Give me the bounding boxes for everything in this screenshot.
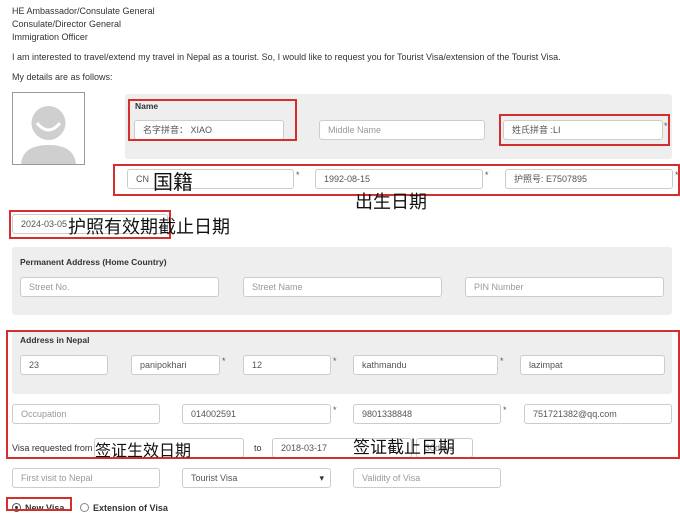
visa-type-select[interactable]: Tourist Visa — [182, 468, 331, 488]
annotation-dob: 出生日期 — [355, 192, 427, 213]
annotation-visa-start: 签证生效日期 — [95, 441, 192, 460]
pin-number-input[interactable]: PIN Number — [465, 277, 664, 297]
highlight-new-visa — [6, 497, 72, 511]
annotation-passport-expiry: 护照有效期截止日期 — [68, 217, 230, 238]
street-name-input[interactable]: Street Name — [243, 277, 442, 297]
first-visit-input[interactable]: First visit to Nepal — [12, 468, 160, 488]
validity-input[interactable]: Validity of Visa — [353, 468, 501, 488]
header-line-1: HE Ambassador/Consulate General — [12, 6, 155, 16]
intro-text: I am interested to travel/extend my trav… — [12, 52, 561, 62]
highlight-last-name — [499, 114, 670, 146]
avatar[interactable] — [12, 92, 85, 165]
header-line-3: Immigration Officer — [12, 32, 88, 42]
user-silhouette-icon — [13, 93, 84, 164]
details-label: My details are as follows: — [12, 72, 113, 82]
annotation-visa-end: 签证截止日期 — [353, 438, 455, 458]
street-no-input[interactable]: Street No. — [20, 277, 219, 297]
extension-visa-label: Extension of Visa — [93, 503, 168, 513]
middle-name-input[interactable]: Middle Name — [319, 120, 485, 140]
annotation-nationality: 国籍 — [153, 170, 193, 194]
highlight-first-name — [128, 99, 297, 141]
header-line-2: Consulate/Director General — [12, 19, 122, 29]
permanent-address-title: Permanent Address (Home Country) — [20, 257, 167, 267]
